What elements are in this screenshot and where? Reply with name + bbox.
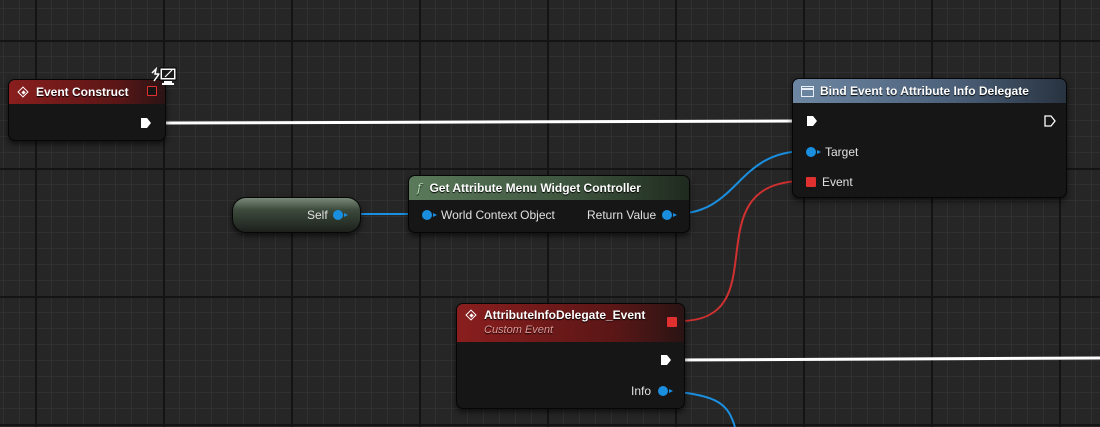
target-pin-label: Target <box>825 145 859 159</box>
custom-event-title: AttributeInfoDelegate_Event <box>484 308 646 322</box>
self-node[interactable]: Self <box>232 197 361 233</box>
bind-event-node[interactable]: Bind Event to Attribute Info Delegate Ta… <box>792 78 1067 198</box>
return-value-pin-label: Return Value <box>587 208 657 222</box>
event-construct-node[interactable]: Event Construct <box>8 79 166 141</box>
delegate-wire-event[interactable] <box>679 180 805 322</box>
bind-event-header[interactable]: Bind Event to Attribute Info Delegate <box>793 79 1066 103</box>
exec-input-pin[interactable] <box>806 115 818 127</box>
custom-event-node[interactable]: AttributeInfoDelegate_Event Custom Event… <box>456 303 685 409</box>
window-icon <box>801 85 814 97</box>
exec-output-pin[interactable] <box>660 354 672 366</box>
event-input-pin[interactable] <box>806 177 816 187</box>
self-output-pin[interactable] <box>333 210 348 220</box>
custom-event-delegate-pin[interactable] <box>667 317 677 327</box>
bind-event-title: Bind Event to Attribute Info Delegate <box>820 84 1029 98</box>
info-pin-label: Info <box>631 384 652 398</box>
info-output-pin[interactable] <box>658 386 673 396</box>
self-pin-label: Self <box>307 208 328 222</box>
return-value-output-pin[interactable] <box>662 210 677 220</box>
exec-output-pin[interactable] <box>1044 115 1056 127</box>
get-controller-header[interactable]: f Get Attribute Menu Widget Controller <box>409 176 689 200</box>
world-context-pin-label: World Context Object <box>441 208 555 222</box>
event-pin-label: Event <box>822 175 853 189</box>
exec-output-pin[interactable] <box>140 117 152 129</box>
get-controller-title: Get Attribute Menu Widget Controller <box>429 181 641 195</box>
event-construct-delegate-pin[interactable] <box>147 86 157 96</box>
get-controller-node[interactable]: f Get Attribute Menu Widget Controller W… <box>408 175 690 233</box>
function-icon: f <box>417 181 422 195</box>
event-diamond-icon <box>465 309 478 322</box>
client-only-monitor-icon <box>151 67 177 85</box>
custom-event-header[interactable]: AttributeInfoDelegate_Event Custom Event <box>457 304 684 342</box>
target-input-pin[interactable] <box>806 147 821 157</box>
exec-wire-custom-event-out[interactable] <box>673 356 1100 362</box>
event-construct-header[interactable]: Event Construct <box>9 80 165 104</box>
event-construct-title: Event Construct <box>36 85 129 99</box>
object-wire-return-to-target[interactable] <box>673 150 807 215</box>
world-context-input-pin[interactable] <box>422 210 437 220</box>
event-diamond-icon <box>17 86 30 99</box>
custom-event-subtitle: Custom Event <box>484 324 554 336</box>
exec-wire-construct-to-bind[interactable] <box>163 119 801 125</box>
